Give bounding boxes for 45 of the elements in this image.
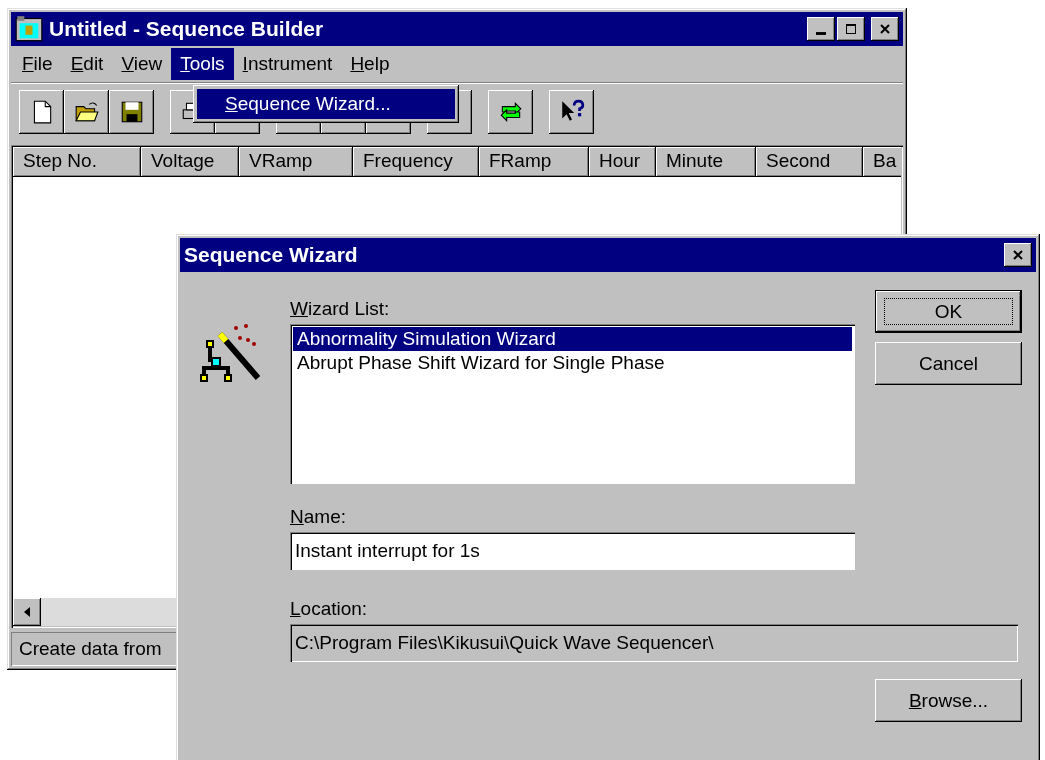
column-header[interactable]: Minute	[656, 147, 756, 177]
close-icon	[879, 23, 891, 35]
close-button[interactable]	[871, 17, 899, 41]
name-label: Name:	[290, 505, 347, 529]
close-button[interactable]	[1004, 243, 1032, 267]
maximize-button[interactable]	[837, 17, 865, 41]
close-icon	[1012, 249, 1024, 261]
wizard-list[interactable]: Abnormality Simulation Wizard Abrupt Phase Shift Wizard for Single Phase	[290, 324, 855, 484]
column-header[interactable]: Ba	[863, 147, 901, 177]
minimize-button[interactable]	[807, 17, 835, 41]
wizard-list-label: Wizard List:	[290, 297, 391, 321]
column-header[interactable]: Hour	[589, 147, 656, 177]
location-label: Location:	[290, 597, 369, 621]
open-button[interactable]	[64, 90, 109, 134]
left-arrow-icon	[23, 607, 31, 617]
column-header[interactable]: FRamp	[479, 147, 589, 177]
column-header[interactable]: VRamp	[239, 147, 353, 177]
scroll-left-button[interactable]	[13, 598, 41, 626]
status-text: Create data from	[19, 638, 162, 660]
save-button[interactable]	[109, 90, 154, 134]
menu-item[interactable]: File	[13, 48, 62, 80]
minimize-icon	[816, 32, 826, 35]
name-field[interactable]: Instant interrupt for 1s	[290, 532, 855, 570]
app-icon	[15, 15, 43, 43]
column-header[interactable]: Second	[756, 147, 863, 177]
list-item[interactable]: Abnormality Simulation Wizard	[293, 327, 852, 351]
menu-item[interactable]: Edit	[61, 48, 113, 80]
dialog-title: Sequence Wizard	[184, 243, 359, 267]
menu-item[interactable]: Tools	[171, 48, 234, 80]
window-title: Untitled - Sequence Builder	[49, 17, 325, 41]
dialog-button[interactable]: OK	[875, 290, 1022, 333]
dialog-button[interactable]: Cancel	[875, 342, 1022, 385]
new-file-button[interactable]	[19, 90, 64, 134]
maximize-icon	[845, 23, 857, 35]
menu-item[interactable]: Help	[341, 48, 399, 80]
context-help-button[interactable]	[549, 90, 594, 134]
column-header[interactable]: Step No.	[13, 147, 141, 177]
menu-item[interactable]: View	[112, 48, 172, 80]
refresh-button[interactable]	[488, 90, 533, 134]
column-header[interactable]: Frequency	[353, 147, 479, 177]
browse-button[interactable]: Browse...	[875, 679, 1022, 722]
column-header[interactable]: Voltage	[141, 147, 239, 177]
list-item[interactable]: Abrupt Phase Shift Wizard for Single Phase	[293, 351, 852, 375]
menu-item[interactable]: Instrument	[233, 48, 342, 80]
menu-item[interactable]: Sequence Wizard...	[197, 89, 455, 119]
